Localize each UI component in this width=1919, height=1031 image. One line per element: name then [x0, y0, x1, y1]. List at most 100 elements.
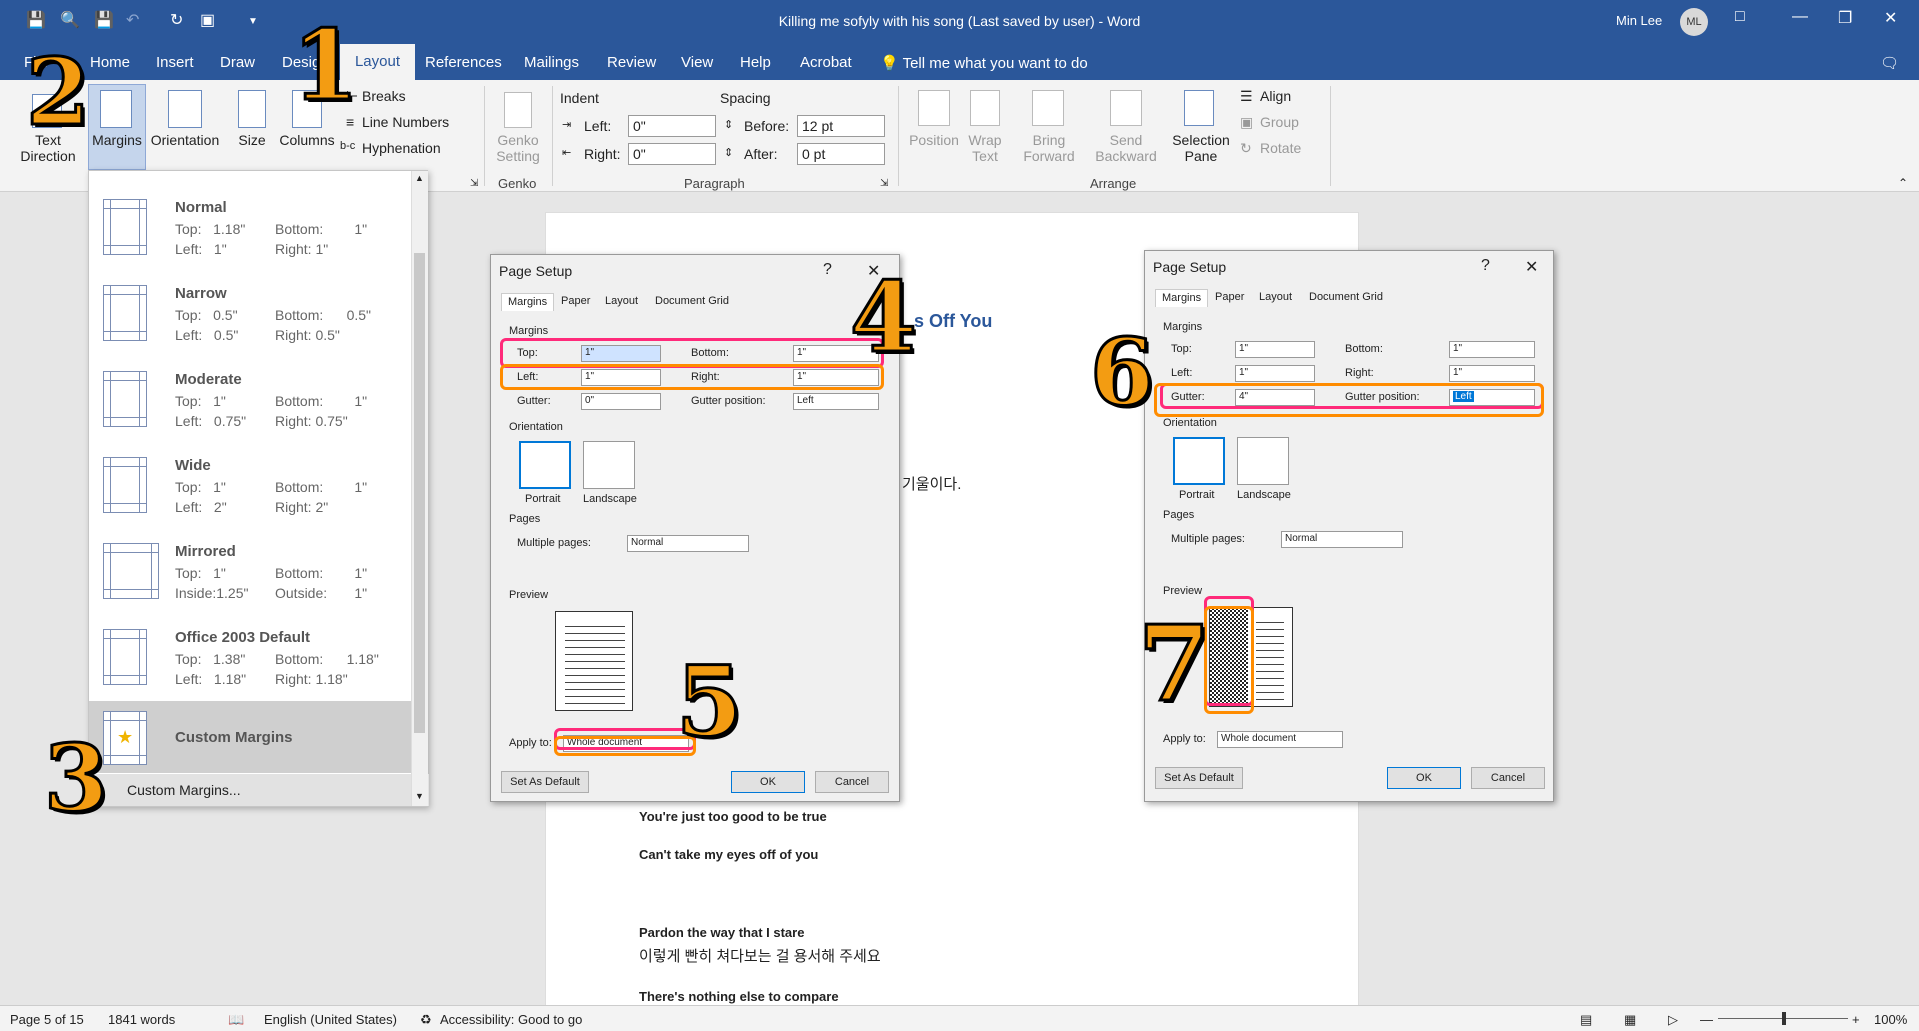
multiple-pages-label: Multiple pages: — [1171, 533, 1245, 545]
read-mode-icon[interactable]: ▤ — [1580, 1012, 1592, 1028]
landscape-option[interactable] — [1237, 437, 1289, 485]
tab-margins[interactable]: Margins — [1155, 289, 1209, 307]
custom-margins-preset[interactable]: ★ Custom Margins — [89, 701, 411, 773]
tab-mailings[interactable]: Mailings — [524, 54, 579, 71]
portrait-option[interactable] — [519, 441, 571, 489]
ok-button[interactable]: OK — [1387, 767, 1461, 789]
size-button[interactable]: Size — [230, 132, 274, 148]
help-icon[interactable]: ? — [1481, 257, 1490, 275]
set-as-default-button[interactable]: Set As Default — [501, 771, 589, 793]
send-backward-button[interactable]: Send Backward — [1086, 132, 1166, 164]
genko-group-label: Genko — [498, 176, 537, 191]
right-margin-input[interactable]: 1" — [1449, 365, 1535, 382]
web-layout-icon[interactable]: ▷ — [1668, 1012, 1678, 1028]
position-button[interactable]: Position — [900, 132, 968, 148]
tab-document-grid[interactable]: Document Grid — [1303, 289, 1389, 307]
zoom-in-icon[interactable]: + — [1852, 1012, 1860, 1027]
landscape-option[interactable] — [583, 441, 635, 489]
ribbon-display-icon[interactable]: □ — [1735, 8, 1745, 26]
tell-me-search[interactable]: 💡 Tell me what you want to do — [880, 54, 1088, 72]
multiple-pages-select[interactable]: Normal — [1281, 531, 1403, 548]
scroll-down-icon[interactable]: ▼ — [415, 791, 424, 801]
paragraph-launcher-icon[interactable]: ⇲ — [880, 178, 888, 189]
comments-icon[interactable]: 🗨 — [1880, 54, 1899, 72]
avatar[interactable]: ML — [1680, 8, 1708, 36]
gutter-input[interactable]: 0" — [581, 393, 661, 410]
page-setup-launcher-icon[interactable]: ⇲ — [470, 178, 478, 189]
dropdown-scrollbar[interactable]: ▲ ▼ — [411, 171, 428, 806]
set-as-default-button[interactable]: Set As Default — [1155, 767, 1243, 789]
tab-acrobat[interactable]: Acrobat — [800, 54, 852, 71]
print-layout-icon[interactable]: ▦ — [1624, 1012, 1636, 1028]
zoom-slider-thumb[interactable] — [1782, 1012, 1786, 1025]
custom-margins-link[interactable]: Custom Margins... — [89, 774, 429, 806]
gutter-position-select[interactable]: Left — [793, 393, 879, 410]
ok-button[interactable]: OK — [731, 771, 805, 793]
minimize-icon[interactable]: — — [1792, 8, 1808, 26]
tab-margins[interactable]: Margins — [501, 293, 555, 311]
tab-review[interactable]: Review — [607, 54, 656, 71]
tab-draw[interactable]: Draw — [220, 54, 255, 71]
margin-preset-wide[interactable]: Wide Top: 1" Bottom: 1" Left: 2" Right: … — [89, 439, 411, 525]
multiple-pages-select[interactable]: Normal — [627, 535, 749, 552]
proofing-icon[interactable]: 📖 — [228, 1012, 244, 1028]
page-count[interactable]: Page 5 of 15 — [10, 1012, 84, 1027]
margin-preset-normal[interactable]: Normal Top: 1.18" Bottom: 1" Left: 1" Ri… — [89, 181, 411, 267]
margin-preset-moderate[interactable]: Moderate Top: 1" Bottom: 1" Left: 0.75" … — [89, 353, 411, 439]
margin-preset-narrow[interactable]: Narrow Top: 0.5" Bottom: 0.5" Left: 0.5"… — [89, 267, 411, 353]
callout-number: 3 — [42, 724, 109, 832]
selection-pane-icon — [1184, 90, 1214, 126]
tab-paper[interactable]: Paper — [1209, 289, 1250, 307]
tab-help[interactable]: Help — [740, 54, 771, 71]
selection-pane-button[interactable]: Selection Pane — [1166, 132, 1236, 164]
indent-left-input[interactable]: 0" — [628, 115, 716, 137]
callout-number: 5 — [675, 645, 745, 758]
tab-insert[interactable]: Insert — [156, 54, 194, 71]
tab-layout[interactable]: Layout — [1253, 289, 1298, 307]
collapse-ribbon-icon[interactable]: ⌃ — [1898, 176, 1908, 190]
tab-references[interactable]: References — [425, 54, 502, 71]
tab-home[interactable]: Home — [90, 54, 130, 71]
zoom-level[interactable]: 100% — [1874, 1012, 1907, 1027]
close-icon[interactable]: ✕ — [1525, 257, 1538, 277]
rotate-button[interactable]: Rotate — [1260, 140, 1301, 156]
genko-setting-button[interactable]: Genko Setting — [490, 132, 546, 164]
breaks-button[interactable]: Breaks — [362, 88, 406, 104]
tab-view[interactable]: View — [681, 54, 713, 71]
apply-to-select[interactable]: Whole document — [1217, 731, 1343, 748]
tab-document-grid[interactable]: Document Grid — [649, 293, 735, 311]
group-button[interactable]: Group — [1260, 114, 1299, 130]
zoom-out-icon[interactable]: — — [1700, 1012, 1713, 1027]
close-icon[interactable]: ✕ — [1884, 8, 1897, 28]
callout-number: 7 — [1136, 602, 1211, 725]
help-icon[interactable]: ? — [823, 261, 832, 279]
custom-margins-link-label: Custom Margins... — [127, 782, 241, 798]
portrait-option[interactable] — [1173, 437, 1225, 485]
hyphenation-button[interactable]: Hyphenation — [362, 140, 441, 156]
language-indicator[interactable]: English (United States) — [264, 1012, 397, 1027]
left-margin-input[interactable]: 1" — [1235, 365, 1315, 382]
tab-layout[interactable]: Layout — [599, 293, 644, 311]
margin-preset-mirrored[interactable]: Mirrored Top: 1" Bottom: 1" Inside:1.25"… — [89, 525, 411, 611]
wrap-text-button[interactable]: Wrap Text — [962, 132, 1008, 164]
cancel-button[interactable]: Cancel — [815, 771, 889, 793]
indent-right-input[interactable]: 0" — [628, 143, 716, 165]
line-numbers-button[interactable]: Line Numbers — [362, 114, 449, 130]
align-button[interactable]: Align — [1260, 88, 1291, 104]
user-name[interactable]: Min Lee — [1616, 13, 1662, 28]
margin-preset-office-2003[interactable]: Office 2003 Default Top: 1.38" Bottom: 1… — [89, 611, 411, 697]
tab-paper[interactable]: Paper — [555, 293, 596, 311]
scrollbar-thumb[interactable] — [414, 253, 425, 733]
spacing-after-input[interactable]: 0 pt — [797, 143, 885, 165]
restore-icon[interactable]: ❐ — [1838, 8, 1852, 28]
spacing-before-input[interactable]: 12 pt — [797, 115, 885, 137]
cancel-button[interactable]: Cancel — [1471, 767, 1545, 789]
scroll-up-icon[interactable]: ▲ — [415, 173, 424, 183]
bottom-margin-input[interactable]: 1" — [1449, 341, 1535, 358]
word-count[interactable]: 1841 words — [108, 1012, 175, 1027]
columns-button[interactable]: Columns — [274, 132, 340, 148]
top-margin-input[interactable]: 1" — [1235, 341, 1315, 358]
accessibility-status[interactable]: Accessibility: Good to go — [440, 1012, 582, 1027]
orientation-button[interactable]: Orientation — [146, 132, 224, 148]
bring-forward-button[interactable]: Bring Forward — [1012, 132, 1086, 164]
